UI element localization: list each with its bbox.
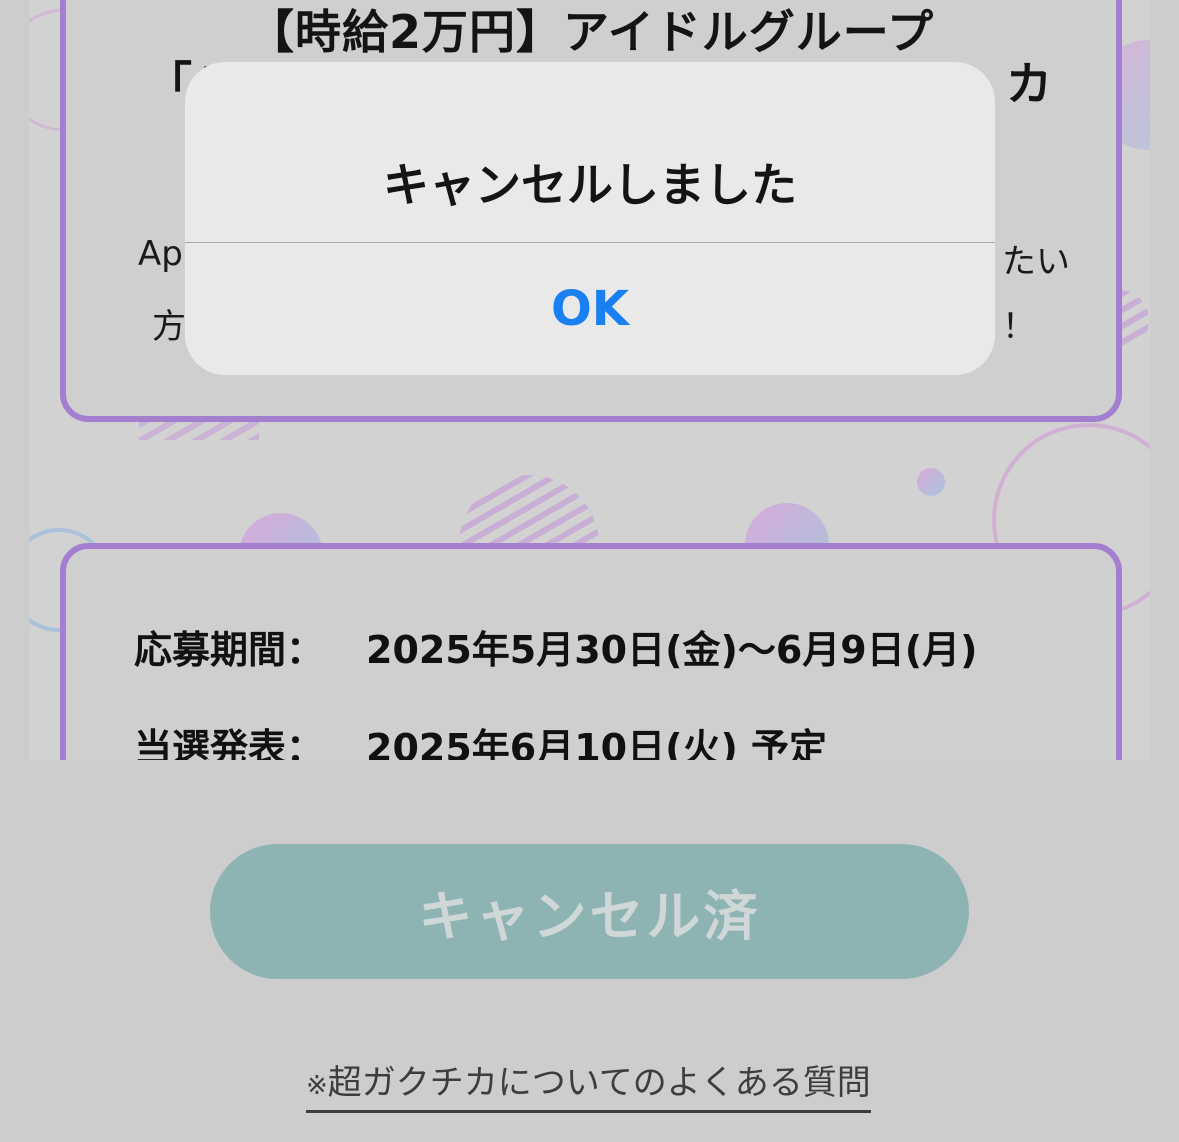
application-period-row: 応募期間： 2025年5月30日(金)〜6月9日(月) [134, 619, 977, 674]
campaign-body-line1-left: Ap [138, 234, 183, 274]
announcement-row: 当選発表： 2025年6月10日(火) 予定 [134, 717, 827, 760]
application-period-value: 2025年5月30日(金)〜6月9日(月) [366, 628, 978, 672]
schedule-card: 応募期間： 2025年5月30日(金)〜6月9日(月) 当選発表： 2025年6月1… [60, 543, 1122, 760]
page: 【時給2万円】アイドルグループ 「A カ Ap たい 方 ！ 応募期間： 2025… [0, 0, 1179, 1142]
cancelled-button: キャンセル済 [210, 844, 969, 979]
alert-ok-button[interactable]: OK [185, 243, 995, 375]
faq-link[interactable]: ※超ガクチカについてのよくある質問 [306, 1055, 871, 1113]
campaign-body-line2-left: 方 [152, 307, 186, 347]
campaign-body-line2-right: ！ [1002, 307, 1036, 347]
announcement-label: 当選発表： [134, 726, 325, 760]
note-mark: ※ [306, 1071, 328, 1101]
alert-dialog: キャンセルしました OK [185, 62, 995, 375]
faq-link-text: 超ガクチカについてのよくある質問 [327, 1063, 871, 1103]
campaign-title-line2-right: カ [1006, 57, 1052, 111]
campaign-body-line1-right: たい [1002, 242, 1070, 282]
alert-title: キャンセルしました [383, 158, 797, 212]
application-period-label: 応募期間： [134, 628, 325, 672]
announcement-value: 2025年6月10日(火) 予定 [366, 726, 828, 760]
